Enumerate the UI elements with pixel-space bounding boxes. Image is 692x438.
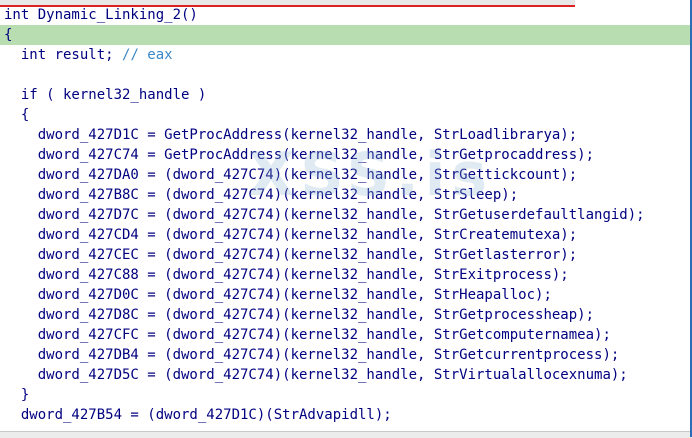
- code-line-highlighted[interactable]: {: [0, 25, 692, 45]
- line-text: dword_427CD4 = (dword_427C74)(kernel32_h…: [4, 227, 578, 243]
- code-line[interactable]: [0, 65, 692, 85]
- code-line[interactable]: dword_427DA0 = (dword_427C74)(kernel32_h…: [0, 165, 692, 185]
- code-line[interactable]: dword_427CFC = (dword_427C74)(kernel32_h…: [0, 325, 692, 345]
- line-text: int Dynamic_Linking_2(): [4, 7, 198, 23]
- code-line[interactable]: }: [0, 385, 692, 405]
- line-text: dword_427C74 = GetProcAddress(kernel32_h…: [4, 147, 595, 163]
- line-text: dword_427CEC = (dword_427C74)(kernel32_h…: [4, 247, 578, 263]
- code-line[interactable]: dword_427C88 = (dword_427C74)(kernel32_h…: [0, 265, 692, 285]
- line-text: if ( kernel32_handle ): [4, 87, 207, 103]
- code-line[interactable]: if ( kernel32_handle ): [0, 85, 692, 105]
- code-line[interactable]: dword_427D8C = (dword_427C74)(kernel32_h…: [0, 305, 692, 325]
- code-line[interactable]: dword_427D0C = (dword_427C74)(kernel32_h…: [0, 285, 692, 305]
- code-line[interactable]: {: [0, 105, 692, 125]
- code-line[interactable]: dword_427C74 = GetProcAddress(kernel32_h…: [0, 145, 692, 165]
- line-text: dword_427D0C = (dword_427C74)(kernel32_h…: [4, 287, 552, 303]
- line-text: dword_427B54 = (dword_427D1C)(StrAdvapid…: [4, 407, 392, 423]
- code-line[interactable]: int result; // eax: [0, 45, 692, 65]
- code-line[interactable]: dword_427D7C = (dword_427C74)(kernel32_h…: [0, 205, 692, 225]
- line-text: dword_427D5C = (dword_427C74)(kernel32_h…: [4, 367, 628, 383]
- line-text: dword_427C88 = (dword_427C74)(kernel32_h…: [4, 267, 569, 283]
- code-line[interactable]: dword_427CD4 = (dword_427C74)(kernel32_h…: [0, 225, 692, 245]
- line-text: dword_427D1C = GetProcAddress(kernel32_h…: [4, 127, 578, 143]
- line-text: dword_427D8C = (dword_427C74)(kernel32_h…: [4, 307, 595, 323]
- code-line[interactable]: dword_427B54 = (dword_427D1C)(StrAdvapid…: [0, 405, 692, 425]
- line-text: {: [4, 107, 30, 123]
- line-text: }: [4, 387, 30, 403]
- line-text: dword_427CFC = (dword_427C74)(kernel32_h…: [4, 327, 611, 343]
- line-text: int result; // eax: [4, 47, 173, 63]
- code-line[interactable]: dword_427D1C = GetProcAddress(kernel32_h…: [0, 125, 692, 145]
- line-text: {: [4, 27, 13, 43]
- line-text: dword_427DB4 = (dword_427C74)(kernel32_h…: [4, 347, 620, 363]
- code-line[interactable]: int Dynamic_Linking_2(): [0, 5, 692, 25]
- pseudocode-editor[interactable]: int Dynamic_Linking_2() { int result; //…: [0, 5, 692, 430]
- code-comment: // eax: [122, 47, 173, 63]
- line-text: dword_427DA0 = (dword_427C74)(kernel32_h…: [4, 167, 578, 183]
- code-line[interactable]: dword_427D5C = (dword_427C74)(kernel32_h…: [0, 365, 692, 385]
- code-line[interactable]: dword_427DB4 = (dword_427C74)(kernel32_h…: [0, 345, 692, 365]
- line-text: dword_427B8C = (dword_427C74)(kernel32_h…: [4, 187, 519, 203]
- code-line[interactable]: dword_427B8C = (dword_427C74)(kernel32_h…: [0, 185, 692, 205]
- line-text: dword_427D7C = (dword_427C74)(kernel32_h…: [4, 207, 645, 223]
- code-line[interactable]: dword_427CEC = (dword_427C74)(kernel32_h…: [0, 245, 692, 265]
